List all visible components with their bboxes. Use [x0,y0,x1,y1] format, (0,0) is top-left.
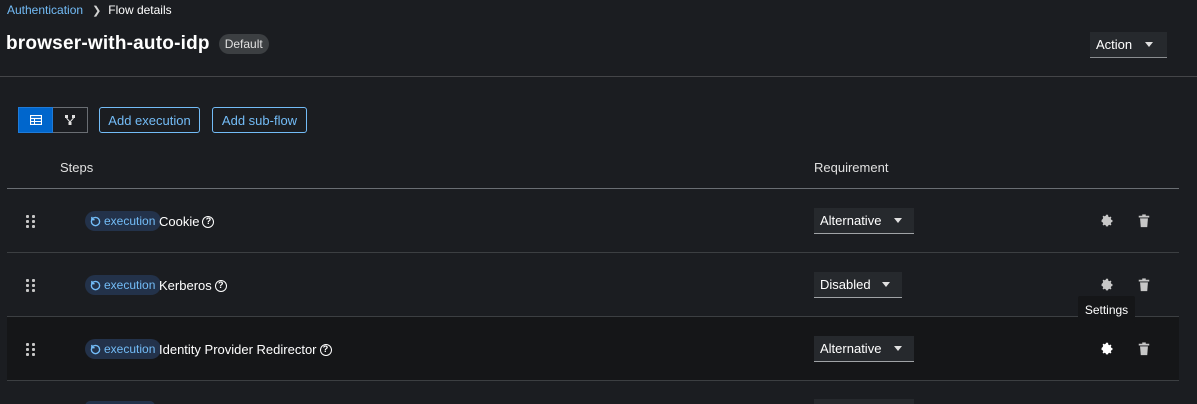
requirement-value: Disabled [820,277,871,292]
chevron-right-icon: ❯ [92,4,102,17]
requirement-value: Alternative [820,213,882,228]
page-title: browser-with-auto-idp [6,33,210,54]
column-header-steps: Steps [60,160,94,175]
step-name-text: Kerberos [159,278,212,293]
step-name: Cookie ? [159,214,215,229]
execution-icon [90,280,101,290]
trash-icon[interactable] [1137,278,1151,292]
step-name-text: Identity Provider Redirector [159,342,317,357]
execution-label-text: execution [104,214,156,228]
requirement-select[interactable]: Alternative [814,208,914,234]
view-toggle-group [18,107,88,133]
diagram-view-toggle[interactable] [53,107,88,133]
diagram-icon [65,115,75,125]
trash-icon[interactable] [1137,342,1151,356]
column-header-requirement: Requirement [814,160,889,175]
breadcrumb-current: Flow details [108,3,172,17]
action-dropdown[interactable]: Action [1090,32,1167,58]
caret-down-icon [894,218,902,223]
caret-down-icon [1145,42,1154,47]
execution-label-text: execution [104,278,156,292]
execution-label: execution [85,275,162,295]
table-view-toggle[interactable] [18,107,53,133]
settings-tooltip: Settings [1078,296,1135,328]
breadcrumb: Authentication ❯ Flow details [7,3,172,17]
breadcrumb-link-authentication[interactable]: Authentication [7,3,83,17]
add-subflow-button[interactable]: Add sub-flow [212,107,307,133]
table-icon [29,115,42,125]
table-row: execution Kerberos ? Disabled [7,253,1179,317]
title-row: browser-with-auto-idp Default [6,33,269,55]
header-divider [0,76,1197,77]
default-badge: Default [218,34,269,54]
execution-label-text: execution [104,342,156,356]
table-row: execution Cookie ? Alternative [7,189,1179,253]
execution-icon [90,344,101,354]
caret-down-icon [882,282,890,287]
requirement-select[interactable] [814,399,914,404]
help-icon[interactable]: ? [319,343,332,356]
requirement-value: Alternative [820,341,882,356]
drag-handle-icon[interactable] [26,279,36,292]
gear-icon[interactable] [1100,214,1114,228]
help-icon[interactable]: ? [202,215,215,228]
add-execution-button[interactable]: Add execution [99,107,200,133]
execution-icon [90,216,101,226]
gear-icon[interactable] [1100,278,1114,292]
requirement-select[interactable]: Alternative [814,336,914,362]
requirement-select[interactable]: Disabled [814,272,902,298]
caret-down-icon [894,346,902,351]
step-name: Identity Provider Redirector ? [159,342,332,357]
step-name: Kerberos ? [159,278,227,293]
table-row: execution Identity Provider Redirector ?… [7,317,1179,381]
action-label: Action [1096,37,1133,52]
drag-handle-icon[interactable] [26,215,36,228]
execution-label: execution [85,339,162,359]
step-name-text: Cookie [159,214,200,229]
trash-icon[interactable] [1137,214,1151,228]
gear-icon[interactable] [1100,342,1114,356]
help-icon[interactable]: ? [214,279,227,292]
execution-label: execution [85,211,162,231]
drag-handle-icon[interactable] [26,343,36,356]
table-row-partial [7,381,1179,404]
